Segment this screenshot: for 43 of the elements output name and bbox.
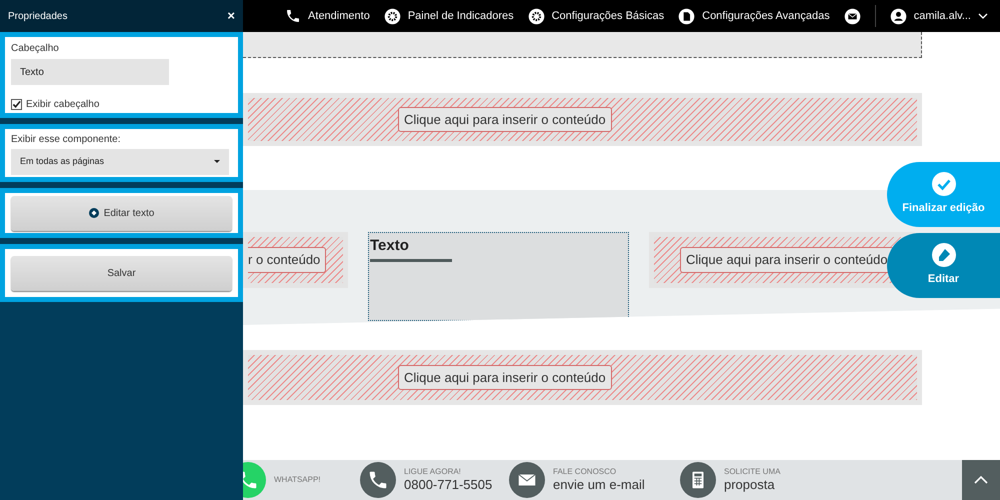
- header-text-field[interactable]: Texto: [11, 59, 169, 85]
- text-card[interactable]: Texto: [368, 232, 629, 321]
- gear-icon: [528, 8, 545, 24]
- visibility-dropdown[interactable]: Em todas as páginas: [11, 149, 229, 175]
- user-icon: [890, 8, 907, 24]
- checkmark-icon: [12, 100, 21, 109]
- check-circle-icon: [932, 172, 956, 196]
- footer-link[interactable]: proposta: [724, 476, 780, 494]
- insert-content-label[interactable]: r o conteúdo: [248, 247, 326, 273]
- field-label: Cabeçalho: [11, 42, 60, 56]
- envelope-icon: [509, 462, 545, 498]
- eraser-icon: [932, 243, 956, 268]
- nav-link[interactable]: Atendimento: [285, 8, 370, 24]
- mail-icon[interactable]: [844, 8, 861, 24]
- text-card-title: Texto: [370, 237, 410, 256]
- close-button[interactable]: ×: [227, 6, 235, 26]
- phone-icon: [285, 8, 302, 24]
- gear-icon: [384, 8, 401, 24]
- show-header-checkbox[interactable]: Exibir cabeçalho: [11, 97, 232, 112]
- save-button[interactable]: Salvar: [11, 256, 232, 290]
- footer-caption: FALE CONOSCO: [553, 466, 618, 477]
- edit-button[interactable]: Editar: [887, 233, 1000, 298]
- footer-caption: SOLICITE UMA: [724, 466, 780, 477]
- footer-caption: WHATSAPP!: [274, 475, 321, 485]
- panel-title: Propriedades: [8, 10, 68, 24]
- nav-link[interactable]: Painel de Indicadores: [384, 8, 514, 24]
- caret-icon: [214, 160, 220, 164]
- phone-icon: [360, 462, 396, 498]
- document-icon: [678, 8, 696, 24]
- chevron-up-icon: [974, 475, 988, 485]
- footer-link[interactable]: 0800-771-5505: [404, 476, 492, 494]
- insert-content-button[interactable]: Clique aqui para inserir o conteúdo: [398, 364, 612, 390]
- chevron-down-icon: [978, 12, 988, 20]
- calculator-icon: [680, 462, 716, 498]
- footer-caption: LIGUE AGORA!: [404, 466, 462, 477]
- user-menu[interactable]: camila.alv...: [890, 8, 988, 24]
- field-label: Exibir esse componente:: [11, 133, 122, 147]
- edit-text-button[interactable]: Editar texto: [11, 196, 232, 230]
- nav-link[interactable]: Configurações Avançadas: [678, 8, 830, 24]
- insert-content-button[interactable]: Clique aqui para inserir o conteúdo: [680, 247, 894, 273]
- footer-link[interactable]: envie um e-mail: [553, 476, 645, 494]
- nav-link[interactable]: Configurações Básicas: [528, 8, 664, 24]
- insert-content-button[interactable]: Clique aqui para inserir o conteúdo: [398, 106, 612, 132]
